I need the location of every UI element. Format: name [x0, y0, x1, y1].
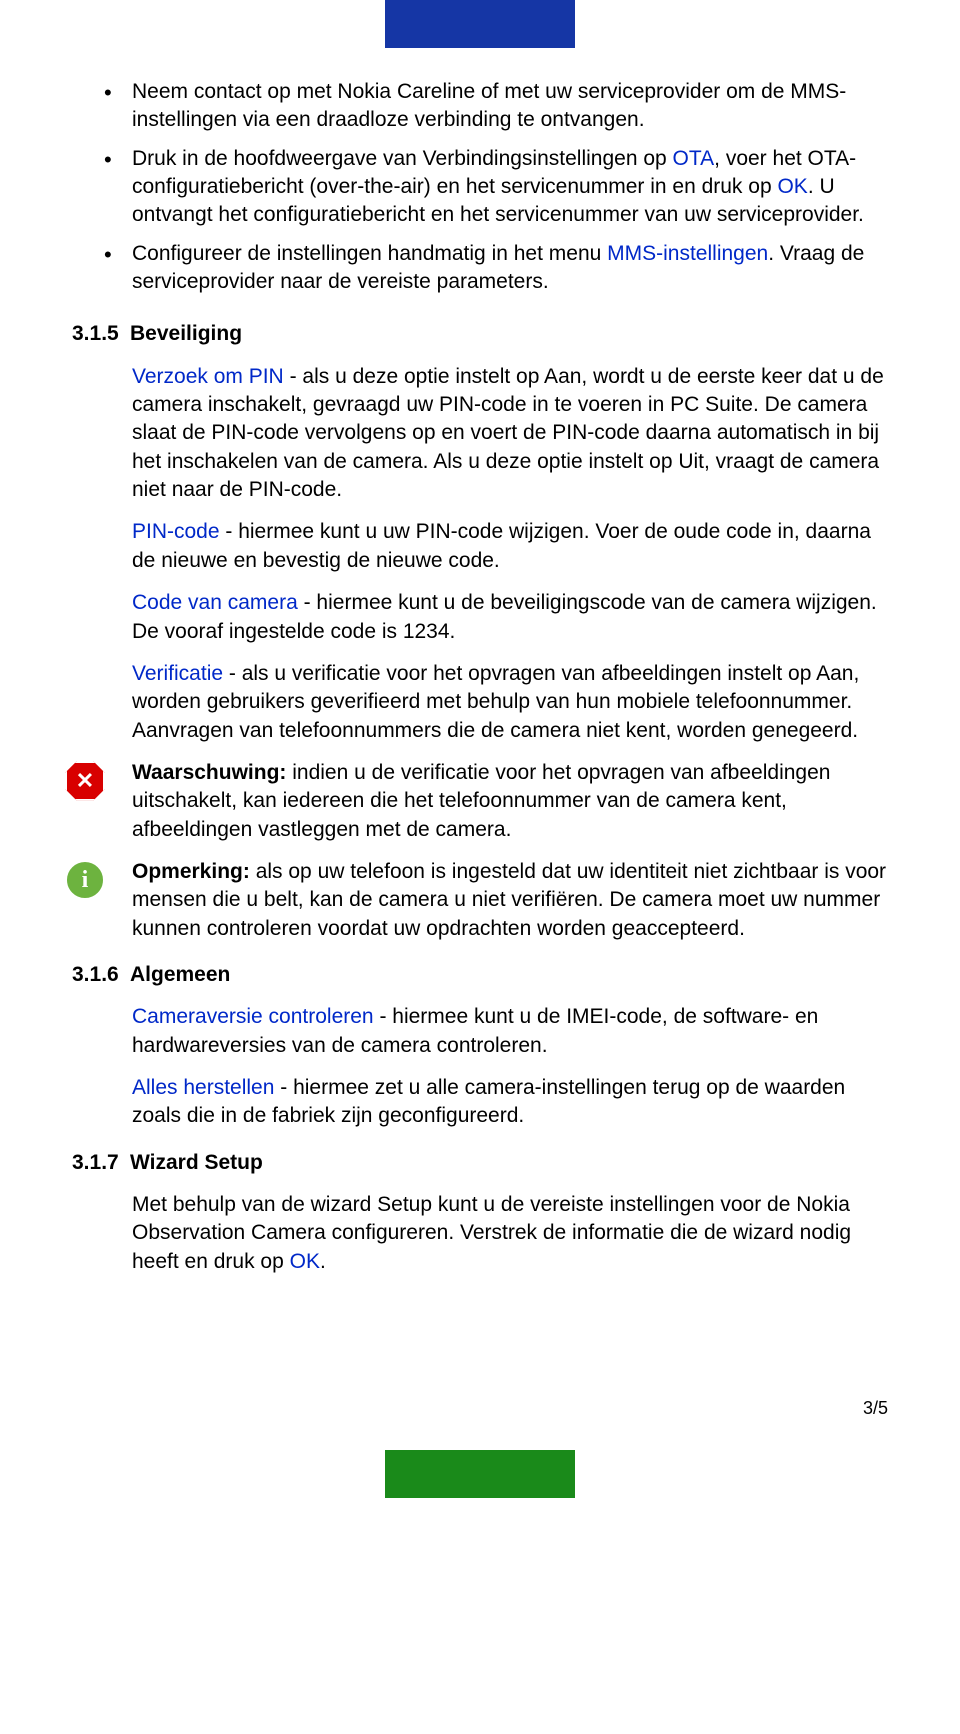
keyword: Cameraversie controleren	[132, 1005, 374, 1028]
keyword: MMS-instellingen	[607, 242, 768, 265]
paragraph-text: Met behulp van de wizard Setup kunt u de…	[132, 1193, 851, 1273]
section-body-315: Verzoek om PIN - als u deze optie instel…	[72, 363, 888, 745]
list-item: Druk in de hoofdweergave van Verbindings…	[132, 145, 888, 230]
header-bar	[385, 0, 575, 48]
list-item: Configureer de instellingen handmatig in…	[132, 240, 888, 297]
warning-icon	[65, 761, 105, 801]
paragraph: Verificatie - als u verificatie voor het…	[132, 660, 888, 745]
section-body-316: Cameraversie controleren - hiermee kunt …	[72, 1003, 888, 1130]
section-heading-315: 3.1.5Beveiliging	[72, 320, 888, 348]
footer-bar	[385, 1450, 575, 1498]
paragraph: PIN-code - hiermee kunt u uw PIN-code wi…	[132, 518, 888, 575]
warning-note: Waarschuwing: indien u de verificatie vo…	[65, 759, 888, 844]
paragraph: Alles herstellen - hiermee zet u alle ca…	[132, 1074, 888, 1131]
section-number: 3.1.7	[72, 1149, 130, 1177]
section-number: 3.1.6	[72, 961, 130, 989]
bullet-text: Neem contact op met Nokia Careline of me…	[132, 80, 846, 131]
bullet-text: Configureer de instellingen handmatig in…	[132, 242, 607, 265]
icon-cell	[65, 759, 132, 801]
section-body-317: Met behulp van de wizard Setup kunt u de…	[72, 1191, 888, 1276]
icon-cell: i	[65, 858, 132, 900]
bullet-text: Druk in de hoofdweergave van Verbindings…	[132, 147, 673, 170]
info-note: i Opmerking: als op uw telefoon is inges…	[65, 858, 888, 943]
page-number: 3/5	[0, 1396, 960, 1420]
section-title: Algemeen	[130, 963, 230, 986]
section-heading-317: 3.1.7Wizard Setup	[72, 1149, 888, 1177]
info-glyph: i	[82, 864, 89, 896]
section-title: Beveiliging	[130, 322, 242, 345]
info-icon: i	[65, 860, 105, 900]
keyword: OK	[777, 175, 807, 198]
keyword: Code van camera	[132, 591, 298, 614]
section-number: 3.1.5	[72, 320, 130, 348]
keyword: OK	[290, 1250, 320, 1273]
bullet-list: Neem contact op met Nokia Careline of me…	[72, 78, 888, 296]
section-title: Wizard Setup	[130, 1151, 263, 1174]
warning-label: Waarschuwing:	[132, 761, 286, 784]
warning-text: Waarschuwing: indien u de verificatie vo…	[132, 759, 888, 844]
paragraph: Cameraversie controleren - hiermee kunt …	[132, 1003, 888, 1060]
paragraph: Verzoek om PIN - als u deze optie instel…	[132, 363, 888, 505]
paragraph: Met behulp van de wizard Setup kunt u de…	[132, 1191, 888, 1276]
keyword: OTA	[673, 147, 715, 170]
keyword: Verzoek om PIN	[132, 365, 284, 388]
paragraph-text: - hiermee kunt u uw PIN-code wijzigen. V…	[132, 520, 871, 571]
document-body: Neem contact op met Nokia Careline of me…	[0, 78, 960, 1276]
paragraph-text: .	[320, 1250, 326, 1273]
section-heading-316: 3.1.6Algemeen	[72, 961, 888, 989]
paragraph: Code van camera - hiermee kunt u de beve…	[132, 589, 888, 646]
paragraph-text: - als u verificatie voor het opvragen va…	[132, 662, 859, 742]
list-item: Neem contact op met Nokia Careline of me…	[132, 78, 888, 135]
keyword: PIN-code	[132, 520, 220, 543]
info-label: Opmerking:	[132, 860, 250, 883]
keyword: Verificatie	[132, 662, 223, 685]
keyword: Alles herstellen	[132, 1076, 274, 1099]
info-text: Opmerking: als op uw telefoon is ingeste…	[132, 858, 888, 943]
